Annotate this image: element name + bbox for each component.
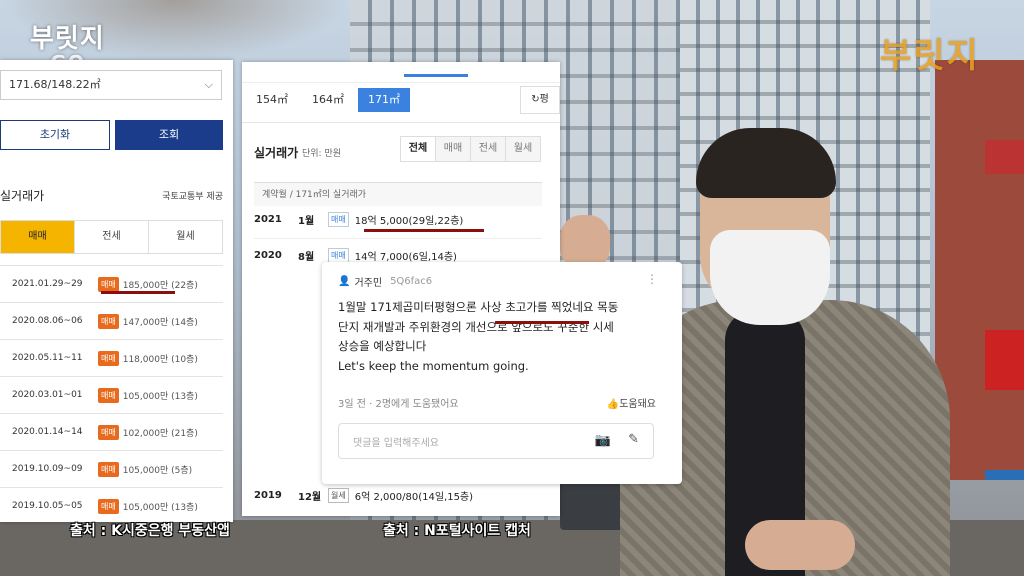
table-row: 2020 8월 매매 14억 7,000(6일,14층) (254, 248, 457, 263)
channel-logo-right: 부릿지 (880, 36, 980, 76)
refresh-icon: ↻ (531, 94, 540, 105)
deal-type-tabs: 매매 전세 월세 (0, 220, 223, 254)
deal-badge: 매매 (98, 276, 119, 292)
tab-sale[interactable]: 매매 (1, 221, 74, 253)
section-title: 실거래가 (254, 146, 299, 160)
source-caption-left: 출처 : K시중은행 부동산앱 (70, 523, 230, 539)
list-item: 2020.03.01~01 매매 105,000만 (13층) (0, 376, 223, 413)
deal-badge: 매매 (98, 313, 119, 329)
list-item: 2019.10.09~09 매매 105,000만 (5층) (0, 450, 223, 487)
search-button[interactable]: 조회 (115, 120, 223, 150)
divider (242, 122, 560, 123)
table-row: 2019 12월 월세 6억 2,000/80(14일,15층) (254, 488, 474, 503)
comment-card: 👤 거주민 5Q6fac6 ⋮ 1월말 171제곱미터평형으론 사상 초고가를 … (322, 262, 682, 484)
table-row: 2021 1월 매매 18억 5,000(29일,22층) (254, 212, 464, 227)
list-item: 2019.10.05~05 매매 105,000만 (13층) (0, 487, 223, 522)
area-option-154[interactable]: 154㎡ (246, 88, 298, 112)
deal-badge: 매매 (328, 212, 349, 227)
tab-jeonse[interactable]: 전세 (74, 221, 148, 253)
deal-badge: 매매 (98, 350, 119, 366)
highlight-underline (101, 291, 175, 294)
pencil-icon[interactable]: ✎ (628, 432, 639, 447)
helpful-button[interactable]: 👍도움돼요 (607, 395, 656, 410)
thumbs-up-icon: 👍 (606, 399, 620, 410)
area-option-164[interactable]: 164㎡ (302, 88, 354, 112)
tab-jeonse[interactable]: 전세 (470, 137, 505, 161)
deal-badge: 매매 (98, 498, 119, 514)
tab-monthly[interactable]: 월세 (148, 221, 222, 253)
deal-badge: 월세 (328, 488, 349, 503)
reply-input[interactable]: 댓글을 입력해주세요 📷 ✎ (338, 423, 654, 459)
deal-badge: 매매 (328, 248, 349, 263)
source-caption-right: 출처 : N포털사이트 캡처 (383, 523, 531, 539)
camera-icon[interactable]: 📷 (595, 433, 611, 448)
tab-sale[interactable]: 매매 (435, 137, 470, 161)
comment-author: 👤 거주민 5Q6fac6 (338, 276, 433, 289)
reset-button[interactable]: 초기화 (0, 120, 110, 150)
unit-toggle-button[interactable]: ↻평 (520, 86, 560, 114)
area-selector: 154㎡ 164㎡ 171㎡ (242, 88, 410, 112)
bank-app-panel: 171.68/148.22㎡ ⌵ 초기화 조회 실거래가 국토교통부 제공 매매… (0, 60, 233, 522)
section-title: 실거래가 (0, 189, 45, 203)
list-item: 2020.05.11~11 매매 118,000만 (10층) (0, 339, 223, 376)
area-select[interactable]: 171.68/148.22㎡ ⌵ (0, 70, 222, 100)
comment-meta: 3일 전 · 2명에게 도움됐어요 (338, 399, 459, 410)
unit-label: 단위: 만원 (302, 149, 342, 159)
data-source: 국토교통부 제공 (162, 192, 223, 202)
list-item: 2020.01.14~14 매매 102,000만 (21층) (0, 413, 223, 450)
user-icon: 👤 (338, 276, 351, 287)
transaction-list: 2021.01.29~29 매매 185,000만 (22층) 2020.08.06… (0, 265, 223, 522)
deal-badge: 매매 (98, 424, 119, 440)
top-tabs-bar (242, 62, 560, 83)
highlight-underline (495, 321, 589, 324)
area-option-171[interactable]: 171㎡ (358, 88, 410, 112)
list-item: 2020.08.06~06 매매 147,000만 (14층) (0, 302, 223, 339)
tab-all[interactable]: 전체 (401, 137, 435, 161)
highlight-underline (364, 229, 484, 232)
comment-body: 1월말 171제곱미터평형으론 사상 초고가를 찍었네요 목동 단지 재개발과 … (338, 300, 619, 373)
tab-monthly[interactable]: 월세 (505, 137, 540, 161)
deal-badge: 매매 (98, 387, 119, 403)
filter-tabs: 전체 매매 전세 월세 (400, 136, 541, 162)
deal-badge: 매매 (98, 461, 119, 477)
chevron-down-icon: ⌵ (204, 78, 213, 91)
divider (254, 238, 542, 239)
more-options-icon[interactable]: ⋮ (646, 272, 658, 286)
table-header: 계약월 / 171㎡의 실거래가 (254, 182, 542, 206)
list-item: 2021.01.29~29 매매 185,000만 (22층) (0, 265, 223, 302)
